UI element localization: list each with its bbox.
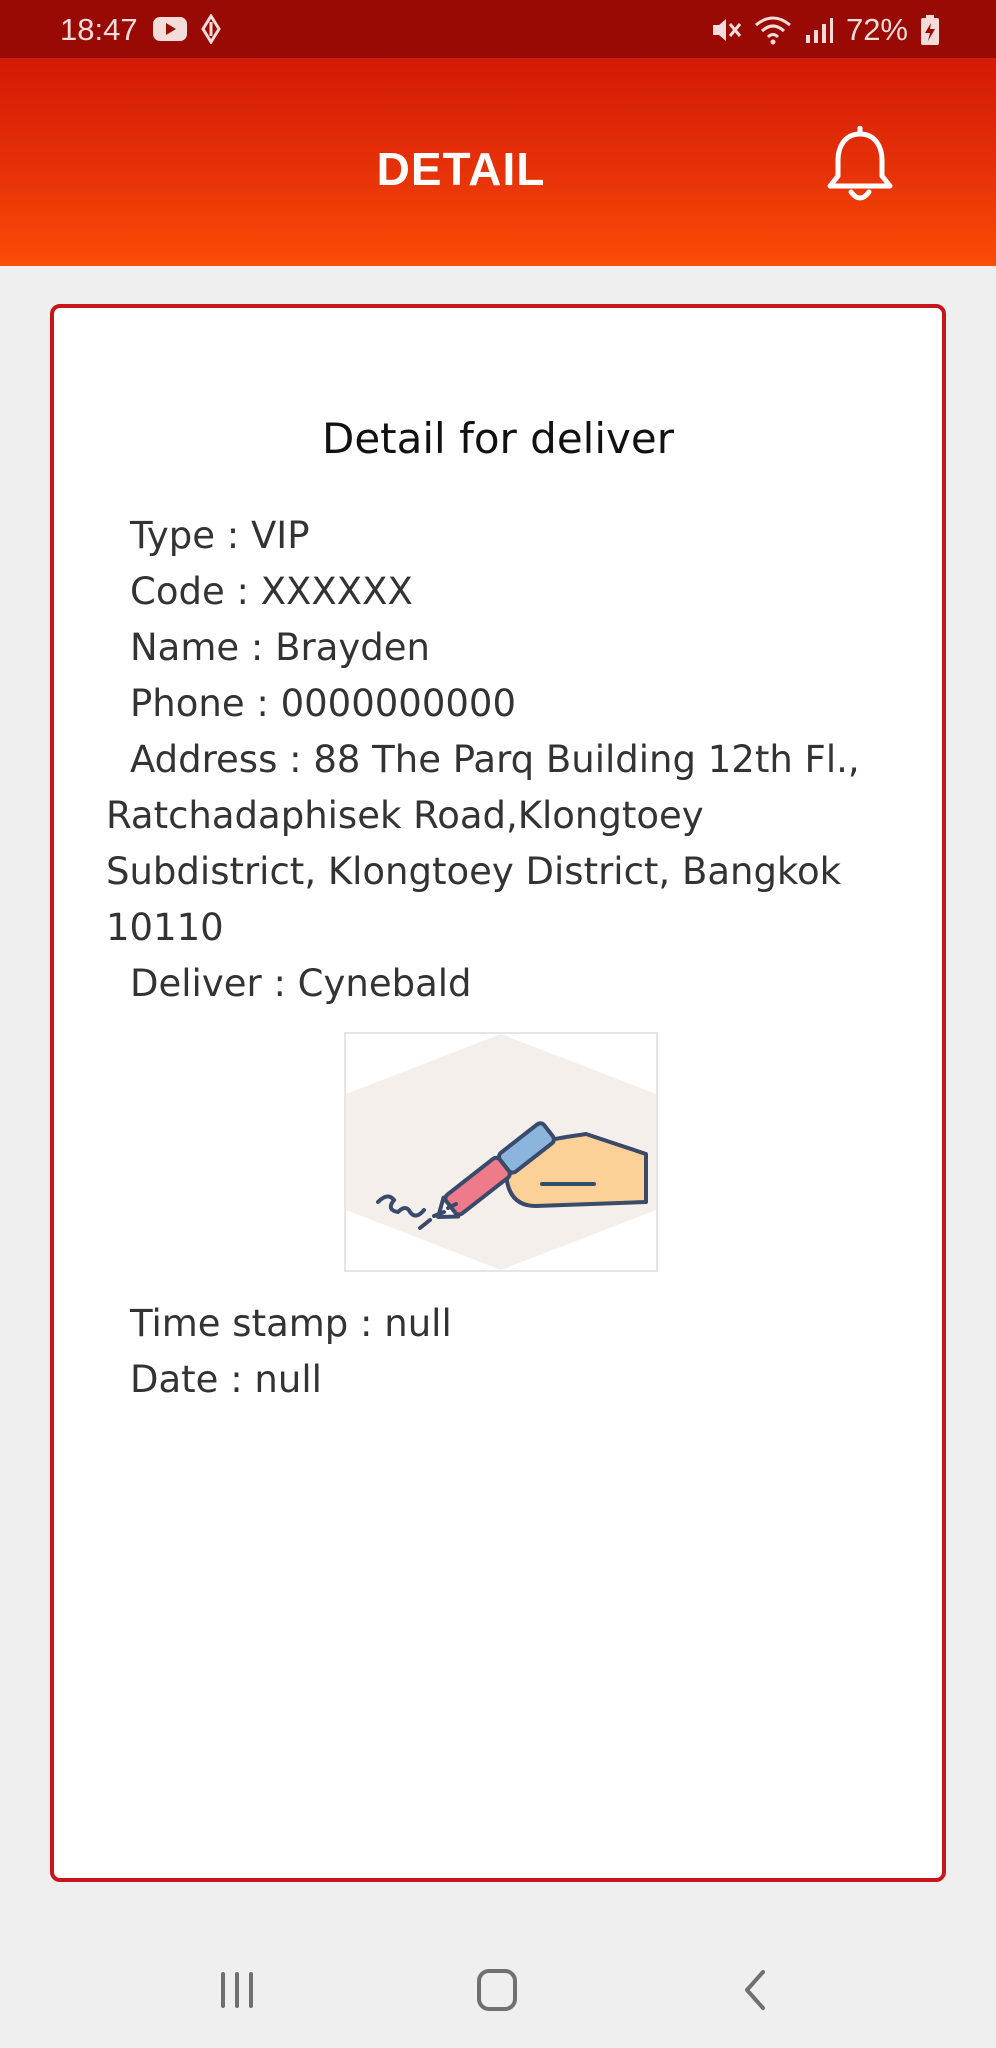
name-field: Name : Brayden [130,626,431,669]
detail-card: Detail for deliver Type : VIP Code : XXX… [50,304,946,1882]
time-stamp-field: Time stamp : null [130,1302,452,1345]
youtube-icon [153,17,187,41]
phone-field: Phone : 0000000000 [130,682,517,725]
card-title: Detail for deliver [322,414,674,463]
deliver-field: Deliver : Cynebald [130,962,472,1005]
date-field: Date : null [130,1358,322,1401]
code-field: Code : XXXXXX [130,570,413,613]
type-field: Type : VIP [130,514,310,557]
signal-icon [805,18,833,43]
signature-image[interactable] [344,1032,658,1272]
back-icon[interactable] [727,1960,787,2020]
mute-icon [712,19,742,41]
signature-info: Time stamp : null Date : null [106,1296,896,1408]
system-nav-bar [0,1930,996,2048]
bell-icon[interactable] [822,126,898,206]
app-bar: DETAIL [0,58,996,266]
battery-percent: 72% [845,12,908,47]
page-title: DETAIL [376,143,546,195]
delivery-info: Type : VIP Code : XXXXXX Name : Brayden … [106,508,896,1012]
wifi-icon [755,16,791,45]
status-time: 18:47 [60,12,138,47]
address-field: Address : 88 The Parq Building 12th Fl.,… [106,738,860,949]
home-icon[interactable] [467,1960,527,2020]
navigation-icon [201,14,221,44]
status-bar: 18:47 72% [0,0,996,58]
battery-icon [921,15,939,45]
recent-apps-icon[interactable] [207,1960,267,2020]
signature-hand-pen-icon [346,1034,656,1270]
